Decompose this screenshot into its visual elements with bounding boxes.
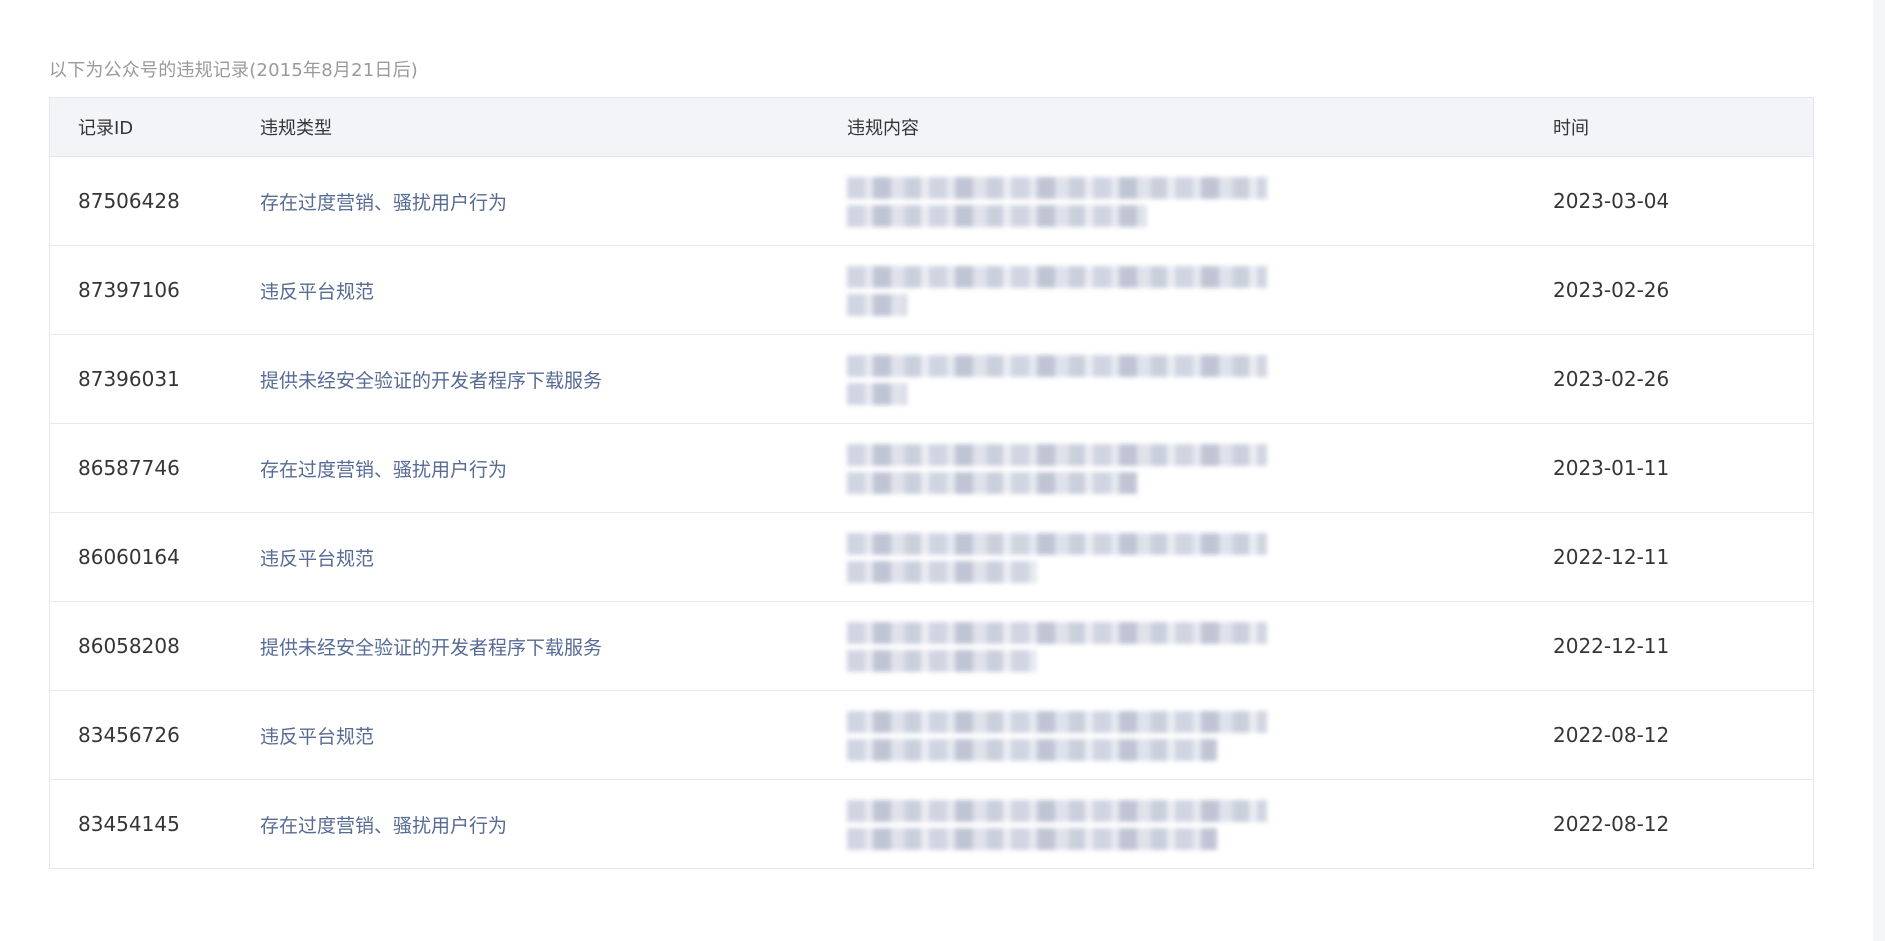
violation-type-link[interactable]: 违反平台规范 [260,277,847,304]
table-row: 87506428 存在过度营销、骚扰用户行为 2023-03-04 [50,157,1813,246]
violation-content-blurred [847,347,1553,411]
record-time: 2022-12-11 [1553,634,1670,658]
record-time: 2022-12-11 [1553,545,1670,569]
violation-content-blurred [847,258,1553,322]
column-header-time: 时间 [1553,118,1589,139]
record-id: 87506428 [78,189,180,213]
record-id: 86587746 [78,456,180,480]
violation-type-link[interactable]: 提供未经安全验证的开发者程序下载服务 [260,633,847,660]
violation-content-blurred [847,703,1553,767]
record-id: 87396031 [78,367,180,391]
table-row: 86060164 违反平台规范 2022-12-11 [50,513,1813,602]
record-time: 2023-03-04 [1553,189,1670,213]
scrollbar-track[interactable] [1873,0,1885,941]
table-header: 记录ID 违规类型 违规内容 时间 [50,98,1813,157]
violation-content-blurred [847,525,1553,589]
record-id: 86058208 [78,634,180,658]
record-id: 83456726 [78,723,180,747]
column-header-type: 违规类型 [260,118,332,139]
record-id: 87397106 [78,278,180,302]
record-time: 2022-08-12 [1553,812,1670,836]
record-time: 2023-02-26 [1553,278,1670,302]
record-time: 2023-02-26 [1553,367,1670,391]
violation-type-link[interactable]: 存在过度营销、骚扰用户行为 [260,188,847,215]
violation-type-link[interactable]: 存在过度营销、骚扰用户行为 [260,811,847,838]
violation-type-link[interactable]: 违反平台规范 [260,544,847,571]
record-id: 86060164 [78,545,180,569]
table-row: 86587746 存在过度营销、骚扰用户行为 2023-01-11 [50,424,1813,513]
table-row: 87397106 违反平台规范 2023-02-26 [50,246,1813,335]
violation-content-blurred [847,792,1553,856]
table-row: 87396031 提供未经安全验证的开发者程序下载服务 2023-02-26 [50,335,1813,424]
record-id: 83454145 [78,812,180,836]
violation-type-link[interactable]: 提供未经安全验证的开发者程序下载服务 [260,366,847,393]
record-time: 2022-08-12 [1553,723,1670,747]
violation-records-caption: 以下为公众号的违规记录(2015年8月21日后) [49,60,419,81]
violation-type-link[interactable]: 存在过度营销、骚扰用户行为 [260,455,847,482]
violation-type-link[interactable]: 违反平台规范 [260,722,847,749]
violation-content-blurred [847,169,1553,233]
table-row: 83454145 存在过度营销、骚扰用户行为 2022-08-12 [50,780,1813,868]
column-header-content: 违规内容 [847,118,919,139]
column-header-id: 记录ID [78,118,134,139]
violation-content-blurred [847,436,1553,500]
violation-content-blurred [847,614,1553,678]
violation-records-table: 记录ID 违规类型 违规内容 时间 87506428 存在过度营销、骚扰用户行为… [49,97,1814,869]
table-row: 83456726 违反平台规范 2022-08-12 [50,691,1813,780]
table-row: 86058208 提供未经安全验证的开发者程序下载服务 2022-12-11 [50,602,1813,691]
record-time: 2023-01-11 [1553,456,1670,480]
